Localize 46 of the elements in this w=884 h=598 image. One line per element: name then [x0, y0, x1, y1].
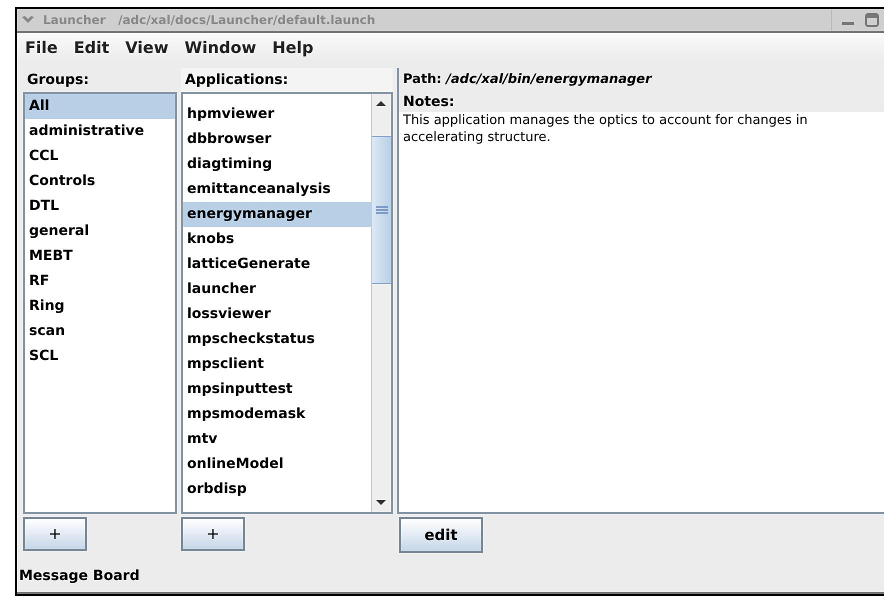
- list-item[interactable]: dbbrowser: [183, 127, 371, 152]
- scroll-thumb[interactable]: [372, 136, 391, 284]
- chevron-icon[interactable]: [21, 15, 35, 25]
- list-item[interactable]: emittanceanalysis: [183, 177, 371, 202]
- add-button[interactable]: +: [23, 517, 87, 551]
- grip-icon: [376, 206, 388, 214]
- edit-button[interactable]: edit: [399, 517, 483, 553]
- list-item[interactable]: general: [25, 219, 175, 244]
- add-button[interactable]: +: [181, 517, 245, 551]
- list-item[interactable]: onlineModel: [183, 452, 371, 477]
- list-item[interactable]: mpscheckstatus: [183, 327, 371, 352]
- list-item[interactable]: mpsinputtest: [183, 377, 371, 402]
- path-label: Path: /adc/xal/bin/energymanager: [397, 68, 884, 92]
- list-item[interactable]: CCL: [25, 144, 175, 169]
- menu-item[interactable]: Help: [272, 36, 314, 60]
- menu-item[interactable]: Window: [184, 36, 256, 60]
- menu-item[interactable]: File: [25, 36, 58, 60]
- list-item[interactable]: Ring: [25, 294, 175, 319]
- list-item[interactable]: Controls: [25, 169, 175, 194]
- list-item[interactable]: hpmviewer: [183, 102, 371, 127]
- list-item[interactable]: lossviewer: [183, 302, 371, 327]
- list-item[interactable]: energymanager: [183, 202, 371, 227]
- list-item[interactable]: scan: [25, 319, 175, 344]
- list-item[interactable]: DTL: [25, 194, 175, 219]
- message-board: Message Board: [17, 562, 884, 594]
- list-item[interactable]: administrative: [25, 119, 175, 144]
- groups-heading: Groups:: [26, 71, 90, 90]
- maximize-icon[interactable]: [864, 13, 880, 27]
- list-item[interactable]: launcher: [183, 277, 371, 302]
- list-item[interactable]: SCL: [25, 344, 175, 369]
- list-item[interactable]: knobs: [183, 227, 371, 252]
- list-item[interactable]: MEBT: [25, 244, 175, 269]
- list-item[interactable]: diagtiming: [183, 152, 371, 177]
- list-item[interactable]: orbdisp: [183, 477, 371, 502]
- applications-heading: Applications:: [181, 68, 393, 92]
- notes-text: This application manages the optics to account for changes in accelerating structure.: [403, 112, 809, 146]
- menu-item[interactable]: Edit: [74, 36, 110, 60]
- scrollbar[interactable]: [371, 94, 391, 512]
- list-item[interactable]: mtv: [183, 427, 371, 452]
- list-item[interactable]: mpsmodemask: [183, 402, 371, 427]
- list-item[interactable]: RF: [25, 269, 175, 294]
- list-item[interactable]: mpsclient: [183, 352, 371, 377]
- list-item[interactable]: latticeGenerate: [183, 252, 371, 277]
- list-item[interactable]: All: [25, 94, 175, 119]
- window-title: Launcher /adc/xal/docs/Launcher/default.launch: [43, 12, 376, 29]
- menu-item[interactable]: View: [125, 36, 168, 60]
